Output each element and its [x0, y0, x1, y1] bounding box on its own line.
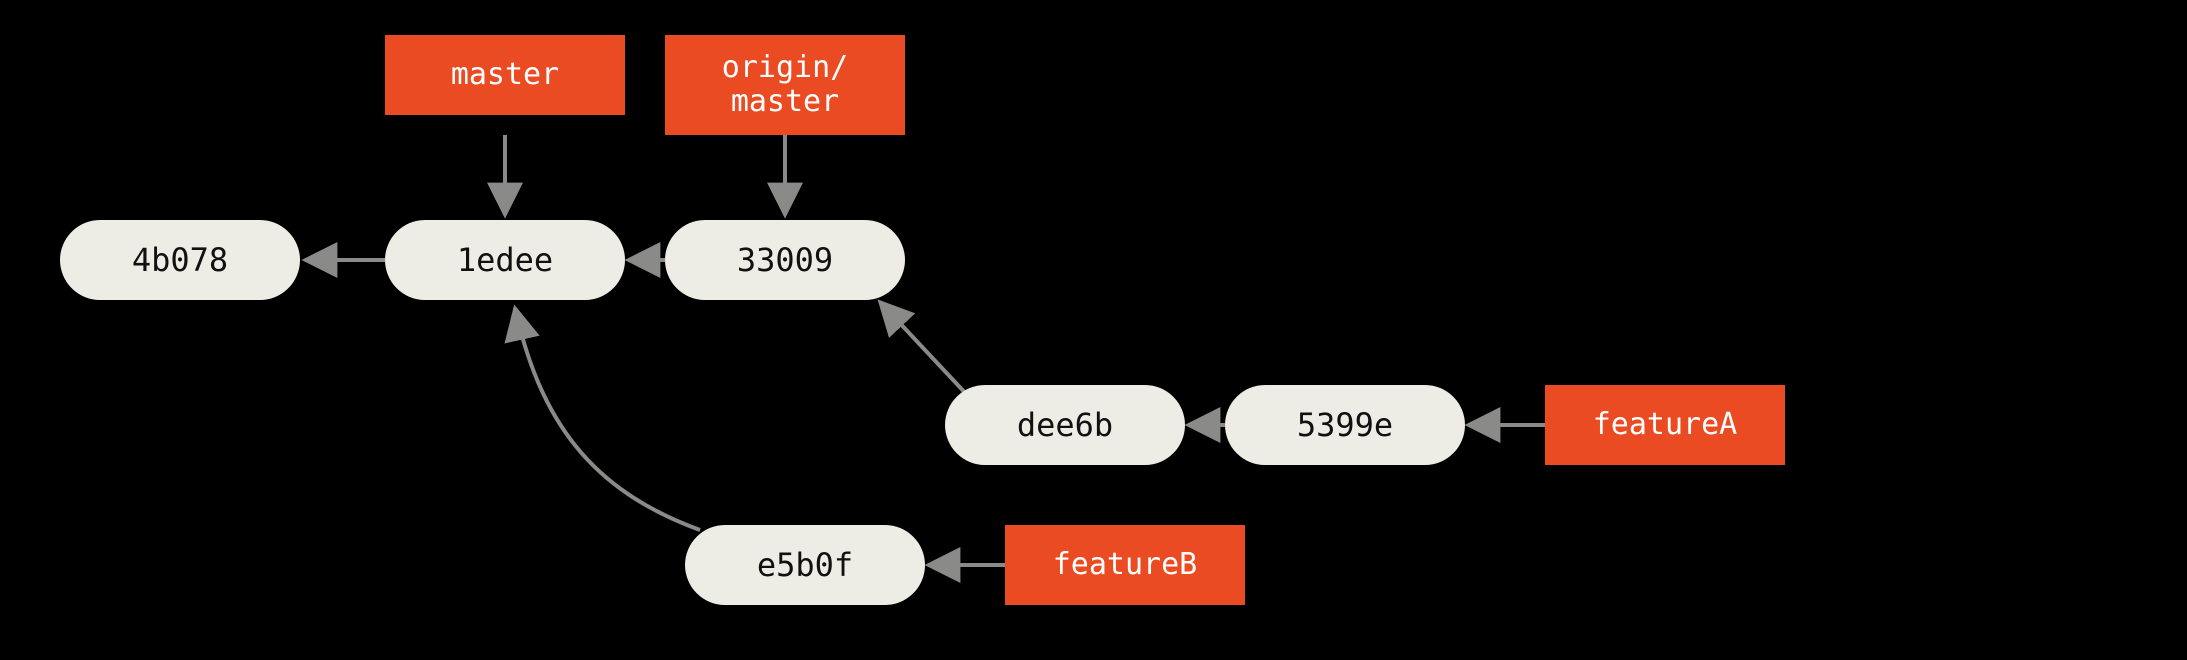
branch-featureB: featureB [1005, 525, 1245, 605]
commit-dee6b: dee6b [945, 385, 1185, 465]
branch-origin-master: origin/ master [665, 35, 905, 135]
branch-master: master [385, 35, 625, 115]
branch-featureA: featureA [1545, 385, 1785, 465]
commit-4b078: 4b078 [60, 220, 300, 300]
commit-label: e5b0f [757, 546, 853, 584]
git-graph: 4b078 1edee 33009 dee6b 5399e e5b0f mast… [0, 0, 2187, 660]
commit-label: 33009 [737, 241, 833, 279]
commit-1edee: 1edee [385, 220, 625, 300]
commit-label: 5399e [1297, 406, 1393, 444]
branch-label: featureA [1593, 408, 1738, 443]
commit-label: 4b078 [132, 241, 228, 279]
commit-label: dee6b [1017, 406, 1113, 444]
commit-label: 1edee [457, 241, 553, 279]
commit-33009: 33009 [665, 220, 905, 300]
commit-5399e: 5399e [1225, 385, 1465, 465]
branch-label: featureB [1053, 548, 1198, 583]
branch-label: master [451, 58, 559, 93]
commit-e5b0f: e5b0f [685, 525, 925, 605]
edge-e5b0f-to-1edee [515, 308, 700, 530]
branch-label: origin/ master [722, 51, 848, 120]
